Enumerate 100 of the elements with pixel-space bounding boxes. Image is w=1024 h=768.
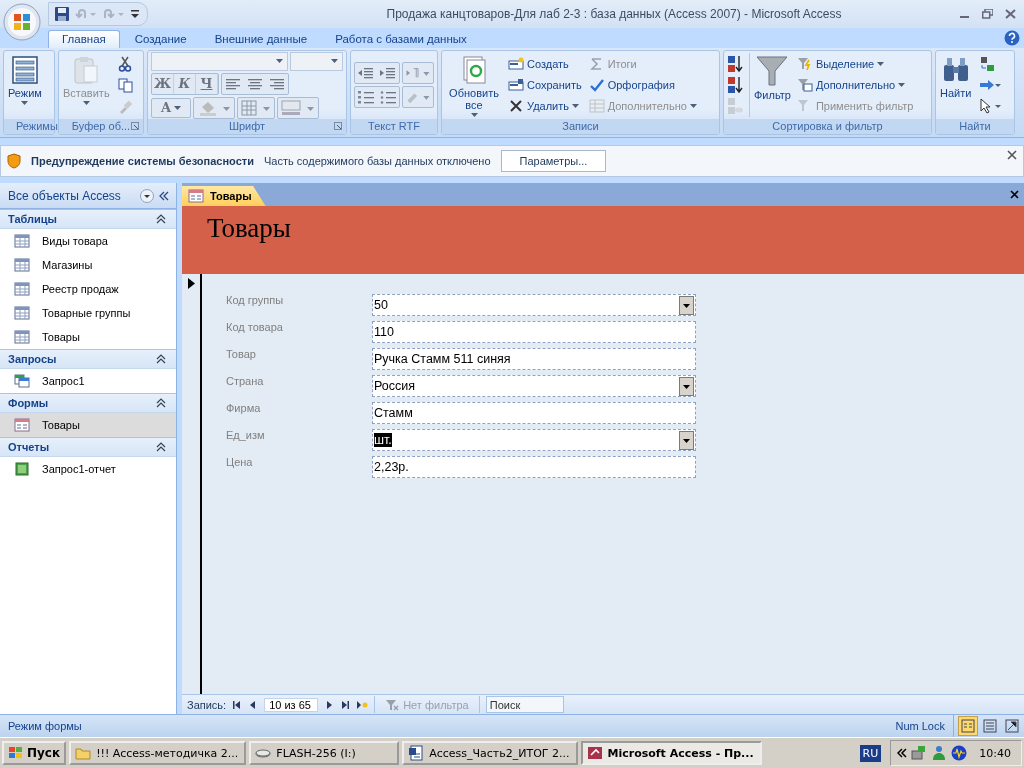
close-icon[interactable] bbox=[1007, 150, 1017, 160]
options-button[interactable]: Параметры... bbox=[500, 150, 607, 172]
field-label: Цена bbox=[226, 456, 254, 468]
navigation-item[interactable]: Товарные группы bbox=[0, 301, 176, 325]
view-button[interactable]: Режим bbox=[7, 53, 43, 117]
fill-color-icon[interactable] bbox=[193, 96, 235, 119]
pane-title: Все объекты Access bbox=[8, 188, 122, 203]
record-position-field[interactable]: 10 из 65 bbox=[264, 697, 319, 712]
field-label: Ед_изм bbox=[226, 429, 266, 441]
chevron-icon bbox=[156, 214, 166, 224]
navigation-item[interactable]: Реестр продаж bbox=[0, 277, 176, 301]
save-record-icon bbox=[508, 78, 524, 92]
search-field[interactable]: Поиск bbox=[485, 696, 564, 713]
dropdown-icon[interactable] bbox=[679, 295, 694, 315]
spelling-check-icon bbox=[588, 78, 605, 92]
restore-icon[interactable] bbox=[982, 9, 993, 19]
person-icon[interactable] bbox=[931, 745, 948, 761]
table-icon bbox=[14, 234, 30, 248]
text-field[interactable]: 110 bbox=[372, 321, 696, 343]
text-field[interactable]: Ручка Стамм 511 синяя bbox=[372, 348, 696, 370]
text-field[interactable]: 2,23р. bbox=[372, 456, 696, 478]
combo-box[interactable]: шт. bbox=[372, 429, 696, 451]
design-view-icon[interactable] bbox=[1002, 716, 1022, 736]
new-record-icon[interactable] bbox=[356, 699, 369, 710]
last-record-icon[interactable] bbox=[340, 699, 351, 710]
group-header[interactable]: Формы bbox=[0, 393, 176, 413]
warning-message: Часть содержимого базы данных отключено bbox=[263, 155, 491, 167]
group-header[interactable]: Таблицы bbox=[0, 209, 176, 229]
grid-table-icon bbox=[588, 99, 605, 114]
ribbon-button[interactable]: Сохранить bbox=[506, 77, 584, 93]
combo-box[interactable]: 50 bbox=[372, 294, 696, 316]
ribbon-button[interactable]: Дополнительно bbox=[794, 77, 908, 93]
ribbon-tab[interactable]: Создание bbox=[121, 31, 200, 48]
ribbon-button[interactable]: Орфография bbox=[586, 77, 677, 93]
ribbon-button[interactable]: Создать bbox=[506, 55, 571, 72]
filter-form-icon bbox=[796, 78, 813, 92]
ribbon-button[interactable]: Выделение bbox=[794, 55, 887, 72]
document-tab[interactable]: Товары bbox=[182, 186, 266, 206]
scissors-icon[interactable] bbox=[117, 56, 132, 72]
caret-icon bbox=[21, 101, 29, 105]
group-label: Найти bbox=[936, 119, 1014, 134]
ribbon-tab[interactable]: Внешние данные bbox=[201, 31, 321, 48]
taskbar-button[interactable]: FLASH-256 (I:) bbox=[249, 741, 400, 765]
close-icon[interactable] bbox=[1005, 9, 1016, 19]
save-icon[interactable] bbox=[55, 7, 69, 21]
ribbon-button[interactable]: Удалить bbox=[506, 98, 581, 115]
form-icon bbox=[14, 418, 30, 432]
navigation-item[interactable]: Виды товара bbox=[0, 229, 176, 253]
taskbar-button[interactable]: Microsoft Access - Пр... bbox=[580, 741, 762, 765]
text-field[interactable]: Стамм bbox=[372, 402, 696, 424]
refresh-all-button[interactable]: Обновить все bbox=[445, 53, 503, 117]
group-label: Буфер об... bbox=[59, 119, 143, 134]
audio-wave-icon[interactable] bbox=[951, 745, 968, 761]
find-button[interactable]: Найти bbox=[939, 53, 973, 117]
group-header[interactable]: Запросы bbox=[0, 349, 176, 369]
dialog-launcher-icon[interactable] bbox=[131, 122, 139, 130]
taskbar-button[interactable]: !!! Access-методичка 2... bbox=[69, 741, 247, 765]
form-view-icon[interactable] bbox=[958, 716, 978, 736]
shield-icon bbox=[7, 153, 21, 169]
field-label: Страна bbox=[226, 375, 265, 387]
navigation-item[interactable]: Магазины bbox=[0, 253, 176, 277]
language-indicator[interactable]: RU bbox=[859, 744, 882, 762]
first-record-icon[interactable] bbox=[232, 699, 243, 710]
filter-lightning-icon bbox=[796, 56, 813, 71]
taskbar-button[interactable]: Access_Часть2_ИТОГ 2... bbox=[402, 741, 578, 765]
group-label: Текст RTF bbox=[351, 119, 437, 134]
close-icon[interactable] bbox=[1010, 190, 1019, 199]
funnel-icon bbox=[756, 55, 789, 87]
dialog-launcher-icon[interactable] bbox=[334, 122, 342, 130]
combo-box[interactable]: Россия bbox=[372, 375, 696, 397]
report-icon bbox=[14, 462, 30, 476]
table-icon bbox=[14, 306, 30, 320]
replace-icon[interactable] bbox=[979, 56, 996, 73]
copy-icon[interactable] bbox=[117, 78, 133, 93]
dropdown-icon[interactable] bbox=[679, 430, 694, 450]
customize-icon[interactable] bbox=[131, 9, 139, 19]
ribbon-tab[interactable]: Главная bbox=[48, 30, 120, 48]
caret-icon bbox=[877, 61, 885, 66]
navigation-item[interactable]: Товары bbox=[0, 413, 176, 437]
ribbon-tab[interactable]: Работа с базами данных bbox=[322, 31, 480, 48]
sort-ascending-icon[interactable] bbox=[727, 54, 743, 73]
filter-button[interactable]: Фильтр bbox=[753, 53, 792, 117]
current-record-icon bbox=[187, 278, 195, 289]
expand-icon[interactable] bbox=[897, 748, 908, 758]
help-icon[interactable] bbox=[1004, 30, 1020, 46]
funnel-icon bbox=[385, 698, 400, 711]
navigation-item[interactable]: Запрос1 bbox=[0, 369, 176, 393]
group-header[interactable]: Отчеты bbox=[0, 437, 176, 457]
start-button[interactable]: Пуск bbox=[2, 741, 67, 765]
collapse-icon[interactable] bbox=[158, 189, 170, 202]
form-icon bbox=[188, 189, 204, 203]
navigation-item[interactable]: Товары bbox=[0, 325, 176, 349]
dropdown-icon[interactable] bbox=[140, 188, 154, 203]
caret-icon bbox=[174, 105, 182, 110]
go-to-icon[interactable] bbox=[979, 79, 1002, 91]
pointer-icon[interactable] bbox=[979, 97, 1002, 114]
delete-icon bbox=[508, 99, 524, 114]
dropdown-icon[interactable] bbox=[679, 376, 694, 396]
sort-descending-icon[interactable] bbox=[727, 76, 743, 94]
navigation-item[interactable]: Запрос1-отчет bbox=[0, 457, 176, 481]
